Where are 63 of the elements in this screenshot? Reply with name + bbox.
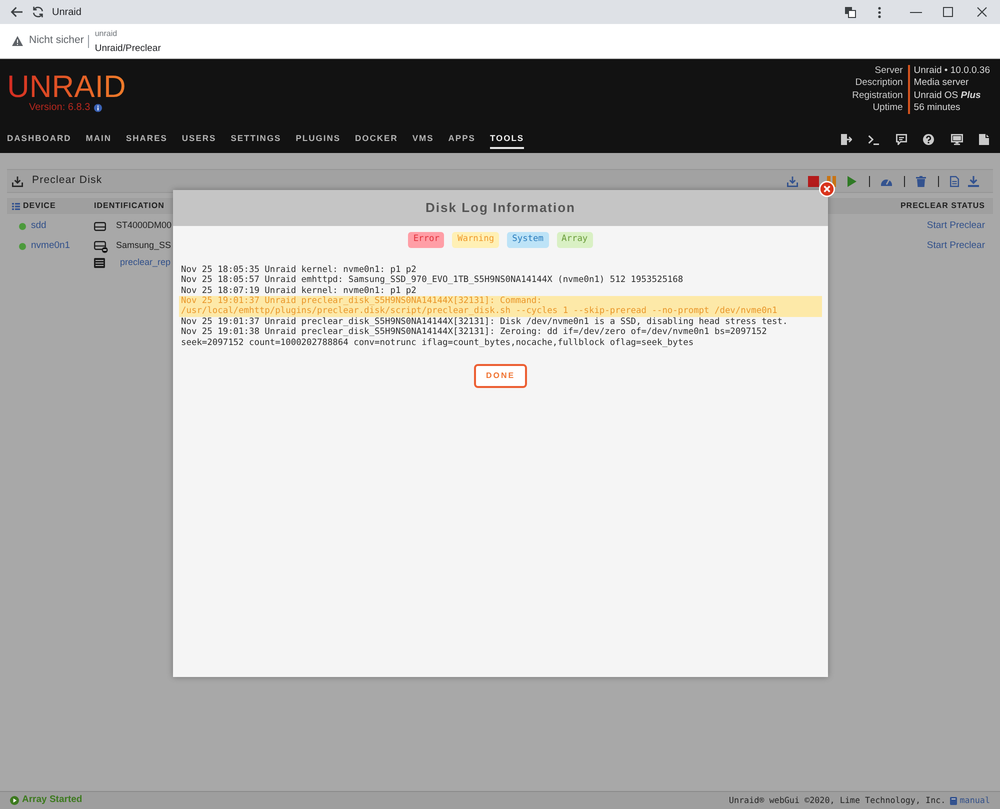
download-icon[interactable] [968,176,979,186]
info-label: Registration [852,90,904,102]
log-entry: Nov 25 19:01:37 Unraid preclear_disk_S5H9NS0NA14144X[32131]: Command: /usr/local/emhttp/plugins/preclear.disk/script/preclear_disk.sh --cycles 1 --skip-preread --no-prompt /dev/nvme0n1 [179,296,822,317]
translate-icon[interactable] [845,6,856,18]
monitor-icon[interactable] [950,134,962,145]
address-bar[interactable]: Nicht sicher unraid Unraid/Preclear [0,24,1000,59]
help-icon[interactable] [923,134,934,145]
back-icon[interactable] [10,6,23,18]
log-entry: Nov 25 18:07:19 Unraid kernel: nvme0n1: p1 p2 [180,286,418,296]
nav-tab[interactable]: SHARES [126,130,168,149]
nav-tab[interactable]: MAIN [86,130,112,149]
dialog-title: Disk Log Information [426,199,576,218]
logout-icon[interactable] [840,134,852,145]
info-icon[interactable] [94,104,102,112]
warning-icon [12,36,23,46]
log-entry: Nov 25 18:05:35 Unraid kernel: nvme0n1: p1 p2 [180,264,418,275]
disk-identification: ST4000DM00 [116,219,172,232]
book-icon [950,796,957,804]
log-entry: Nov 25 19:01:37 Unraid preclear_disk_S5H9NS0NA14144X[32131]: Disk /dev/nvme0n1 is a SSD, disabling head stress test. [180,316,789,327]
maximize-icon[interactable] [943,7,953,17]
column-header: DEVICE [23,200,56,212]
info-value: Unraid • 10.0.0.36 [908,65,990,78]
info-value: Media server [908,77,990,90]
notes-icon[interactable] [979,134,989,145]
nav-tab[interactable]: USERS [182,130,216,149]
nav-tab[interactable]: TOOLS [490,130,524,149]
document-icon[interactable] [950,176,959,186]
trash-icon[interactable] [916,176,926,186]
page-title: Unraid/Preclear [94,42,161,56]
security-label: Nicht sicher [29,33,84,48]
info-label: Uptime [872,102,904,114]
version-label: Version: 6.8.3 [29,102,90,114]
log-file-icon [94,258,105,268]
reload-icon[interactable] [32,6,44,18]
column-header: PRECLEAR STATUS [900,200,986,212]
nav-tab[interactable]: APPS [448,130,476,149]
tray-download-icon [12,176,23,186]
close-window-icon[interactable] [977,7,987,17]
info-label: Description [854,77,904,90]
info-value: 56 minutes [908,102,990,114]
stop-icon[interactable] [808,176,819,186]
play-circle-icon [10,796,19,805]
array-status: Array Started [22,793,82,808]
terminal-icon[interactable] [868,134,879,144]
nav-tab[interactable]: DOCKER [355,130,398,149]
disk-identification: Samsung_SS [116,239,172,252]
more-options-icon[interactable] [878,6,880,18]
nav-tab[interactable]: VMS [412,130,434,149]
info-value: Unraid OS Plus [908,90,990,102]
log-entry: Nov 25 18:05:57 Unraid emhttpd: Samsung_SSD_970_EVO_1TB_S5H9NS0NA14144X (nvme0n1) 512 1953525168 [180,275,684,286]
nav-tab[interactable]: DASHBOARD [7,130,72,149]
nav-tab[interactable]: PLUGINS [296,130,341,149]
copyright: Unraid® webGui ©2020, Lime Technology, Inc. [728,794,946,807]
tray-download-icon[interactable] [787,176,798,186]
site-name: unraid [94,28,118,40]
info-label: Server [874,65,904,78]
nav-tab[interactable]: SETTINGS [230,130,282,149]
column-header: IDENTIFICATION [94,200,164,212]
chat-icon[interactable] [896,134,906,145]
list-icon [12,202,20,210]
panel-title: Preclear Disk [32,173,102,188]
tab-title: Unraid [52,6,82,20]
log-entry: Nov 25 19:01:38 Unraid preclear_disk_S5H9NS0NA14144X[32131]: Zeroing: dd if=/dev/zero of=/dev/nvme0n1 bs=2097152 seek=2097152 count=1000202788864 conv=notrunc iflag=count_bytes,nocache,fullblock oflag=seek_bytes [180,327,768,348]
